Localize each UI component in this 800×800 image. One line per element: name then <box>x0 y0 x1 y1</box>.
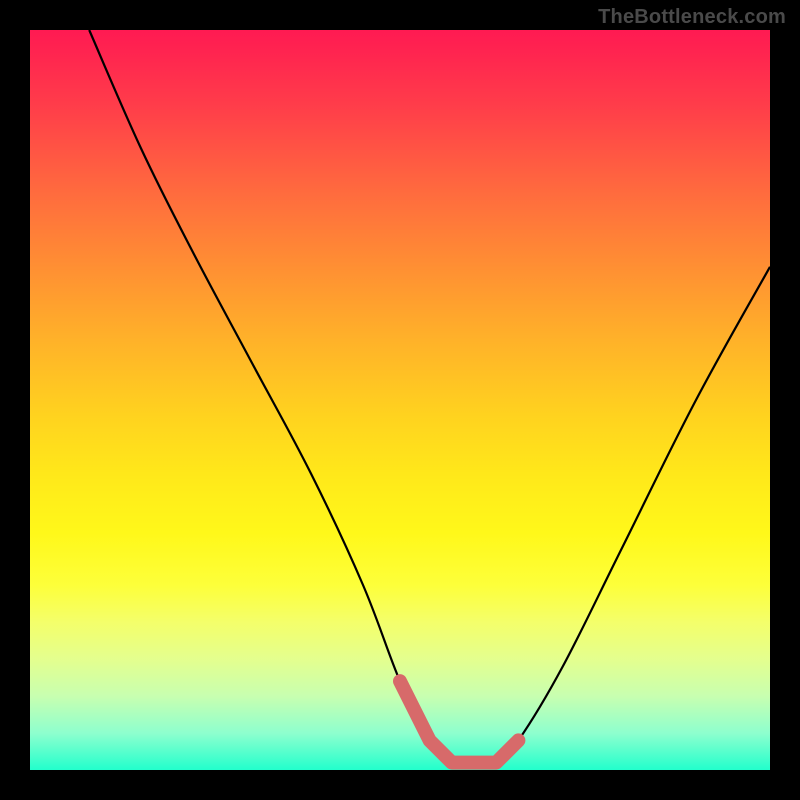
chart-plot-area <box>30 30 770 770</box>
floor-highlight-mark <box>400 681 518 762</box>
bottleneck-curve-line <box>89 30 770 764</box>
watermark-text: TheBottleneck.com <box>598 6 786 29</box>
chart-svg <box>30 30 770 770</box>
